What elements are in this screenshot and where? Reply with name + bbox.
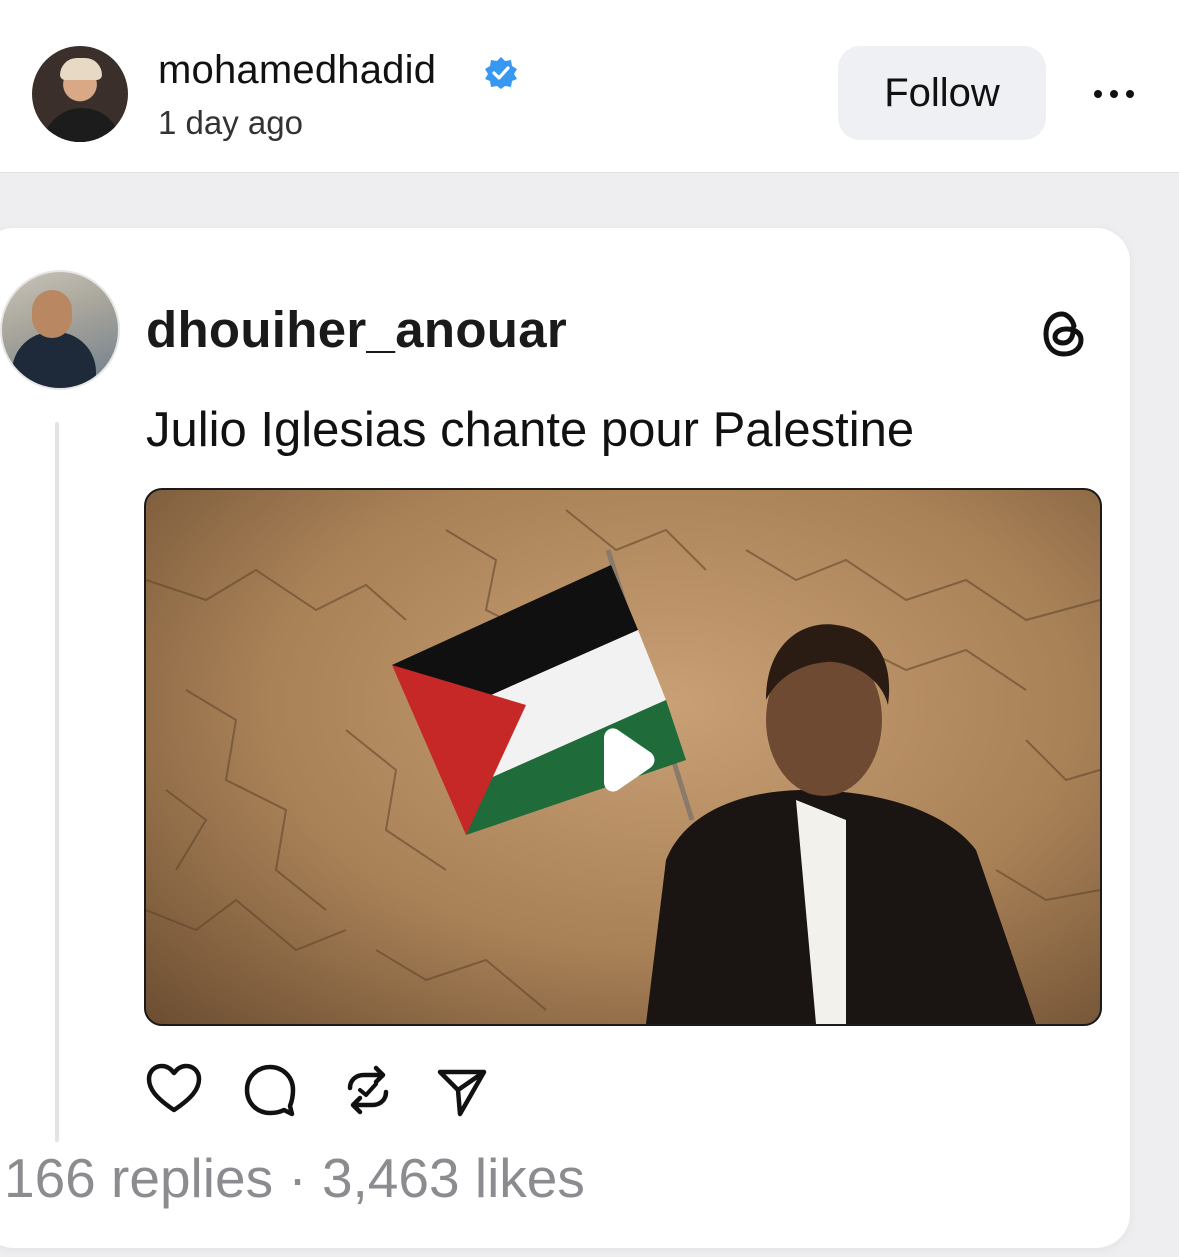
more-options-icon[interactable] bbox=[1082, 74, 1146, 114]
avatar-face bbox=[32, 290, 72, 338]
repost-icon[interactable] bbox=[338, 1060, 398, 1120]
video-frame bbox=[146, 509, 1100, 1024]
threads-logo-icon[interactable] bbox=[1036, 306, 1092, 362]
heart-icon[interactable] bbox=[144, 1060, 204, 1120]
timestamp: 1 day ago bbox=[158, 104, 303, 141]
embedded-avatar[interactable] bbox=[0, 270, 120, 390]
post-header: mohamedhadid 1 day ago Follow bbox=[0, 0, 1179, 173]
more-dot bbox=[1094, 90, 1102, 98]
avatar-shirt bbox=[12, 332, 96, 388]
more-dot bbox=[1110, 90, 1118, 98]
flag bbox=[392, 565, 686, 835]
action-bar bbox=[144, 1060, 524, 1120]
comment-icon[interactable] bbox=[240, 1060, 300, 1120]
verified-badge-icon bbox=[485, 57, 517, 89]
follow-button[interactable]: Follow bbox=[838, 46, 1046, 140]
username[interactable]: mohamedhadid bbox=[158, 48, 436, 93]
video-thumbnail[interactable] bbox=[144, 488, 1102, 1026]
avatar-body bbox=[42, 108, 122, 142]
thread-line bbox=[55, 422, 59, 1142]
avatar-hair bbox=[60, 58, 102, 80]
more-dot bbox=[1126, 90, 1134, 98]
send-icon[interactable] bbox=[432, 1060, 492, 1120]
post-stats[interactable]: 166 replies · 3,463 likes bbox=[4, 1146, 585, 1210]
post-text: Julio Iglesias chante pour Palestine bbox=[146, 403, 915, 457]
man-figure bbox=[646, 624, 1036, 1024]
avatar[interactable] bbox=[32, 46, 128, 142]
embedded-username[interactable]: dhouiher_anouar bbox=[146, 300, 567, 359]
